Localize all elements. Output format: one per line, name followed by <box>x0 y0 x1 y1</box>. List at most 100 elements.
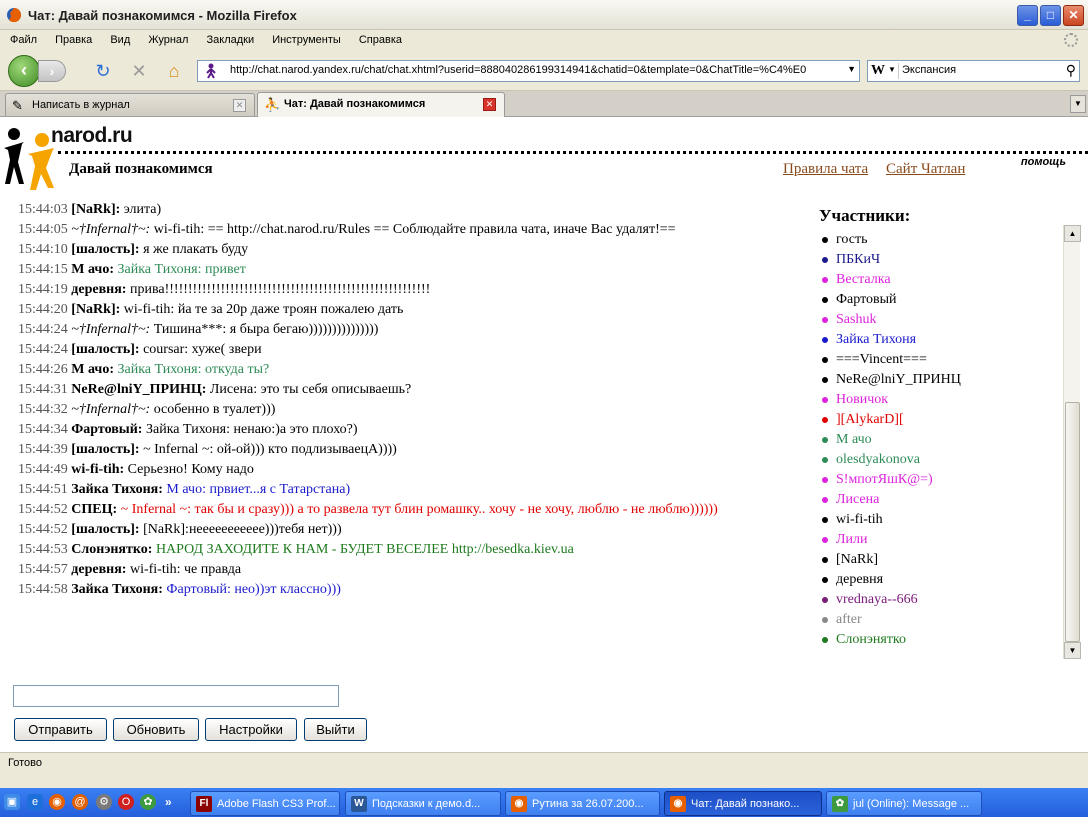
maximize-button[interactable]: □ <box>1040 5 1061 26</box>
participant-item[interactable]: vrednaya--666 <box>819 590 1063 610</box>
participant-item[interactable]: wi-fi-tih <box>819 510 1063 530</box>
participant-item[interactable]: Лили <box>819 530 1063 550</box>
participant-item[interactable]: М ачо <box>819 430 1063 450</box>
participant-item[interactable]: Лисена <box>819 490 1063 510</box>
scrollbar-thumb[interactable] <box>1065 402 1080 642</box>
scroll-up-icon[interactable]: ▲ <box>1064 225 1081 242</box>
send-button[interactable]: Отправить <box>14 718 107 741</box>
tab-journal[interactable]: ✎ Написать в журнал ✕ <box>5 93 255 116</box>
chat-rules-link[interactable]: Правила чата <box>783 161 868 178</box>
message-nick[interactable]: [шалость]: <box>71 242 139 257</box>
engine-dropdown-icon[interactable]: ▼ <box>888 65 896 74</box>
message-time: 15:44:03 <box>18 202 68 217</box>
menu-edit[interactable]: Правка <box>55 30 92 50</box>
quicklaunch-expand-icon[interactable]: » <box>165 795 172 809</box>
participant-item[interactable]: S!мпотЯшК@=) <box>819 470 1063 490</box>
chatlan-site-link[interactable]: Сайт Чатлан <box>886 161 965 178</box>
settings-button[interactable]: Настройки <box>205 718 297 741</box>
participant-item[interactable]: ===Vincent=== <box>819 350 1063 370</box>
message-nick[interactable]: ~†Infernal†~: <box>71 222 150 237</box>
help-link[interactable]: помощь <box>1021 156 1066 168</box>
search-icon[interactable]: ⚲ <box>1066 62 1076 79</box>
message-nick[interactable]: [NaRk]: <box>71 302 120 317</box>
tab-close-icon[interactable]: ✕ <box>483 98 496 111</box>
menu-bookmarks[interactable]: Закладки <box>207 30 255 50</box>
reload-icon[interactable]: ↻ <box>92 60 114 82</box>
participants-scrollbar[interactable]: ▲ ▼ <box>1063 225 1081 659</box>
back-button[interactable]: ‹ <box>8 55 40 87</box>
icq-icon[interactable]: ✿ <box>140 794 156 810</box>
participant-item[interactable]: Слонэнятко <box>819 630 1063 650</box>
settings-icon[interactable]: ⚙ <box>96 794 112 810</box>
taskbar-button[interactable]: W Подсказки к демо.d... <box>345 791 501 816</box>
participant-item[interactable]: Весталка <box>819 270 1063 290</box>
participant-item[interactable]: Sashuk <box>819 310 1063 330</box>
participant-item[interactable]: гость <box>819 230 1063 250</box>
message-time: 15:44:51 <box>18 482 68 497</box>
status-bar: Готово <box>0 752 1088 774</box>
menu-tools[interactable]: Инструменты <box>272 30 341 50</box>
menu-file[interactable]: Файл <box>10 30 37 50</box>
menu-help[interactable]: Справка <box>359 30 402 50</box>
stop-icon[interactable]: ✕ <box>128 60 150 82</box>
message-nick[interactable]: М ачо: <box>71 262 114 277</box>
message-nick[interactable]: Слонэнятко: <box>71 542 152 557</box>
message-nick[interactable]: [шалость]: <box>71 522 139 537</box>
home-icon[interactable]: ⌂ <box>163 60 185 82</box>
message-nick[interactable]: СПЕЦ: <box>71 502 117 517</box>
message-nick[interactable]: [NaRk]: <box>71 202 120 217</box>
message-nick[interactable]: [шалость]: <box>71 442 139 457</box>
tab-chat[interactable]: ⛹ Чат: Давай познакомимся ✕ <box>257 92 505 117</box>
message-nick[interactable]: Фартовый: <box>71 422 142 437</box>
exit-button[interactable]: Выйти <box>304 718 367 741</box>
participant-item[interactable]: ПБКиЧ <box>819 250 1063 270</box>
minimize-button[interactable]: _ <box>1017 5 1038 26</box>
opera-icon[interactable]: O <box>118 794 134 810</box>
close-window-button[interactable]: ✕ <box>1063 5 1084 26</box>
message-nick[interactable]: [шалость]: <box>71 342 139 357</box>
message-nick[interactable]: Зайка Тихоня: <box>71 482 163 497</box>
message-nick[interactable]: ~†Infernal†~: <box>71 402 150 417</box>
message-input[interactable] <box>13 685 339 707</box>
message-nick[interactable]: деревня: <box>71 282 126 297</box>
ie-icon[interactable]: e <box>27 794 43 810</box>
tab-list-dropdown[interactable]: ▼ <box>1070 95 1086 113</box>
taskbar-button[interactable]: ✿ jul (Online): Message ... <box>826 791 982 816</box>
url-dropdown-icon[interactable]: ▼ <box>847 64 856 74</box>
participant-item[interactable]: Новичок <box>819 390 1063 410</box>
message-nick[interactable]: Зайка Тихоня: <box>71 582 163 597</box>
message-nick[interactable]: М ачо: <box>71 362 114 377</box>
participant-item[interactable]: [NaRk] <box>819 550 1063 570</box>
message-text: wi-fi-tih: == http://chat.narod.ru/Rules… <box>150 222 676 237</box>
participant-item[interactable]: after <box>819 610 1063 630</box>
firefox-icon[interactable]: ◉ <box>49 794 65 810</box>
taskbar-button[interactable]: ◉ Рутина за 26.07.200... <box>505 791 660 816</box>
taskbar-button[interactable]: Fl Adobe Flash CS3 Prof... <box>190 791 340 816</box>
search-input[interactable]: Экспансия <box>902 64 956 76</box>
menu-view[interactable]: Вид <box>110 30 130 50</box>
message-nick[interactable]: NeRe@lniY_ПРИНЦ: <box>71 382 206 397</box>
page-content: narod.ru помощь Давай познакомимся Прави… <box>0 117 1088 752</box>
message-nick[interactable]: деревня: <box>71 562 126 577</box>
message-nick[interactable]: ~†Infernal†~: <box>71 322 150 337</box>
scroll-down-icon[interactable]: ▼ <box>1064 642 1081 659</box>
url-bar[interactable]: http://chat.narod.yandex.ru/chat/chat.xh… <box>197 60 860 82</box>
participant-item[interactable]: деревня <box>819 570 1063 590</box>
desktop-icon[interactable]: ▣ <box>4 794 20 810</box>
tab-close-icon[interactable]: ✕ <box>233 99 246 112</box>
message-nick[interactable]: wi-fi-tih: <box>71 462 124 477</box>
mail-icon[interactable]: @ <box>72 794 88 810</box>
wikipedia-icon[interactable]: W <box>871 63 885 79</box>
chat-message: 15:44:19 деревня: прива!!!!!!!!!!!!!!!!!… <box>18 280 758 300</box>
participants-list: гость ПБКиЧ Весталка Фартовый Sashuk Зайка Ти… <box>819 230 1063 660</box>
taskbar-button[interactable]: ◉ Чат: Давай познако... <box>664 791 822 816</box>
forward-button[interactable]: › <box>38 60 66 82</box>
participant-item[interactable]: Зайка Тихоня <box>819 330 1063 350</box>
participant-item[interactable]: NeRe@lniY_ПРИНЦ <box>819 370 1063 390</box>
participant-item[interactable]: olesdyakonova <box>819 450 1063 470</box>
search-bar[interactable]: W ▼ Экспансия ⚲ <box>867 60 1080 82</box>
menu-history[interactable]: Журнал <box>148 30 188 50</box>
refresh-button[interactable]: Обновить <box>113 718 199 741</box>
participant-item[interactable]: Фартовый <box>819 290 1063 310</box>
participant-item[interactable]: ][AlykarD][ <box>819 410 1063 430</box>
